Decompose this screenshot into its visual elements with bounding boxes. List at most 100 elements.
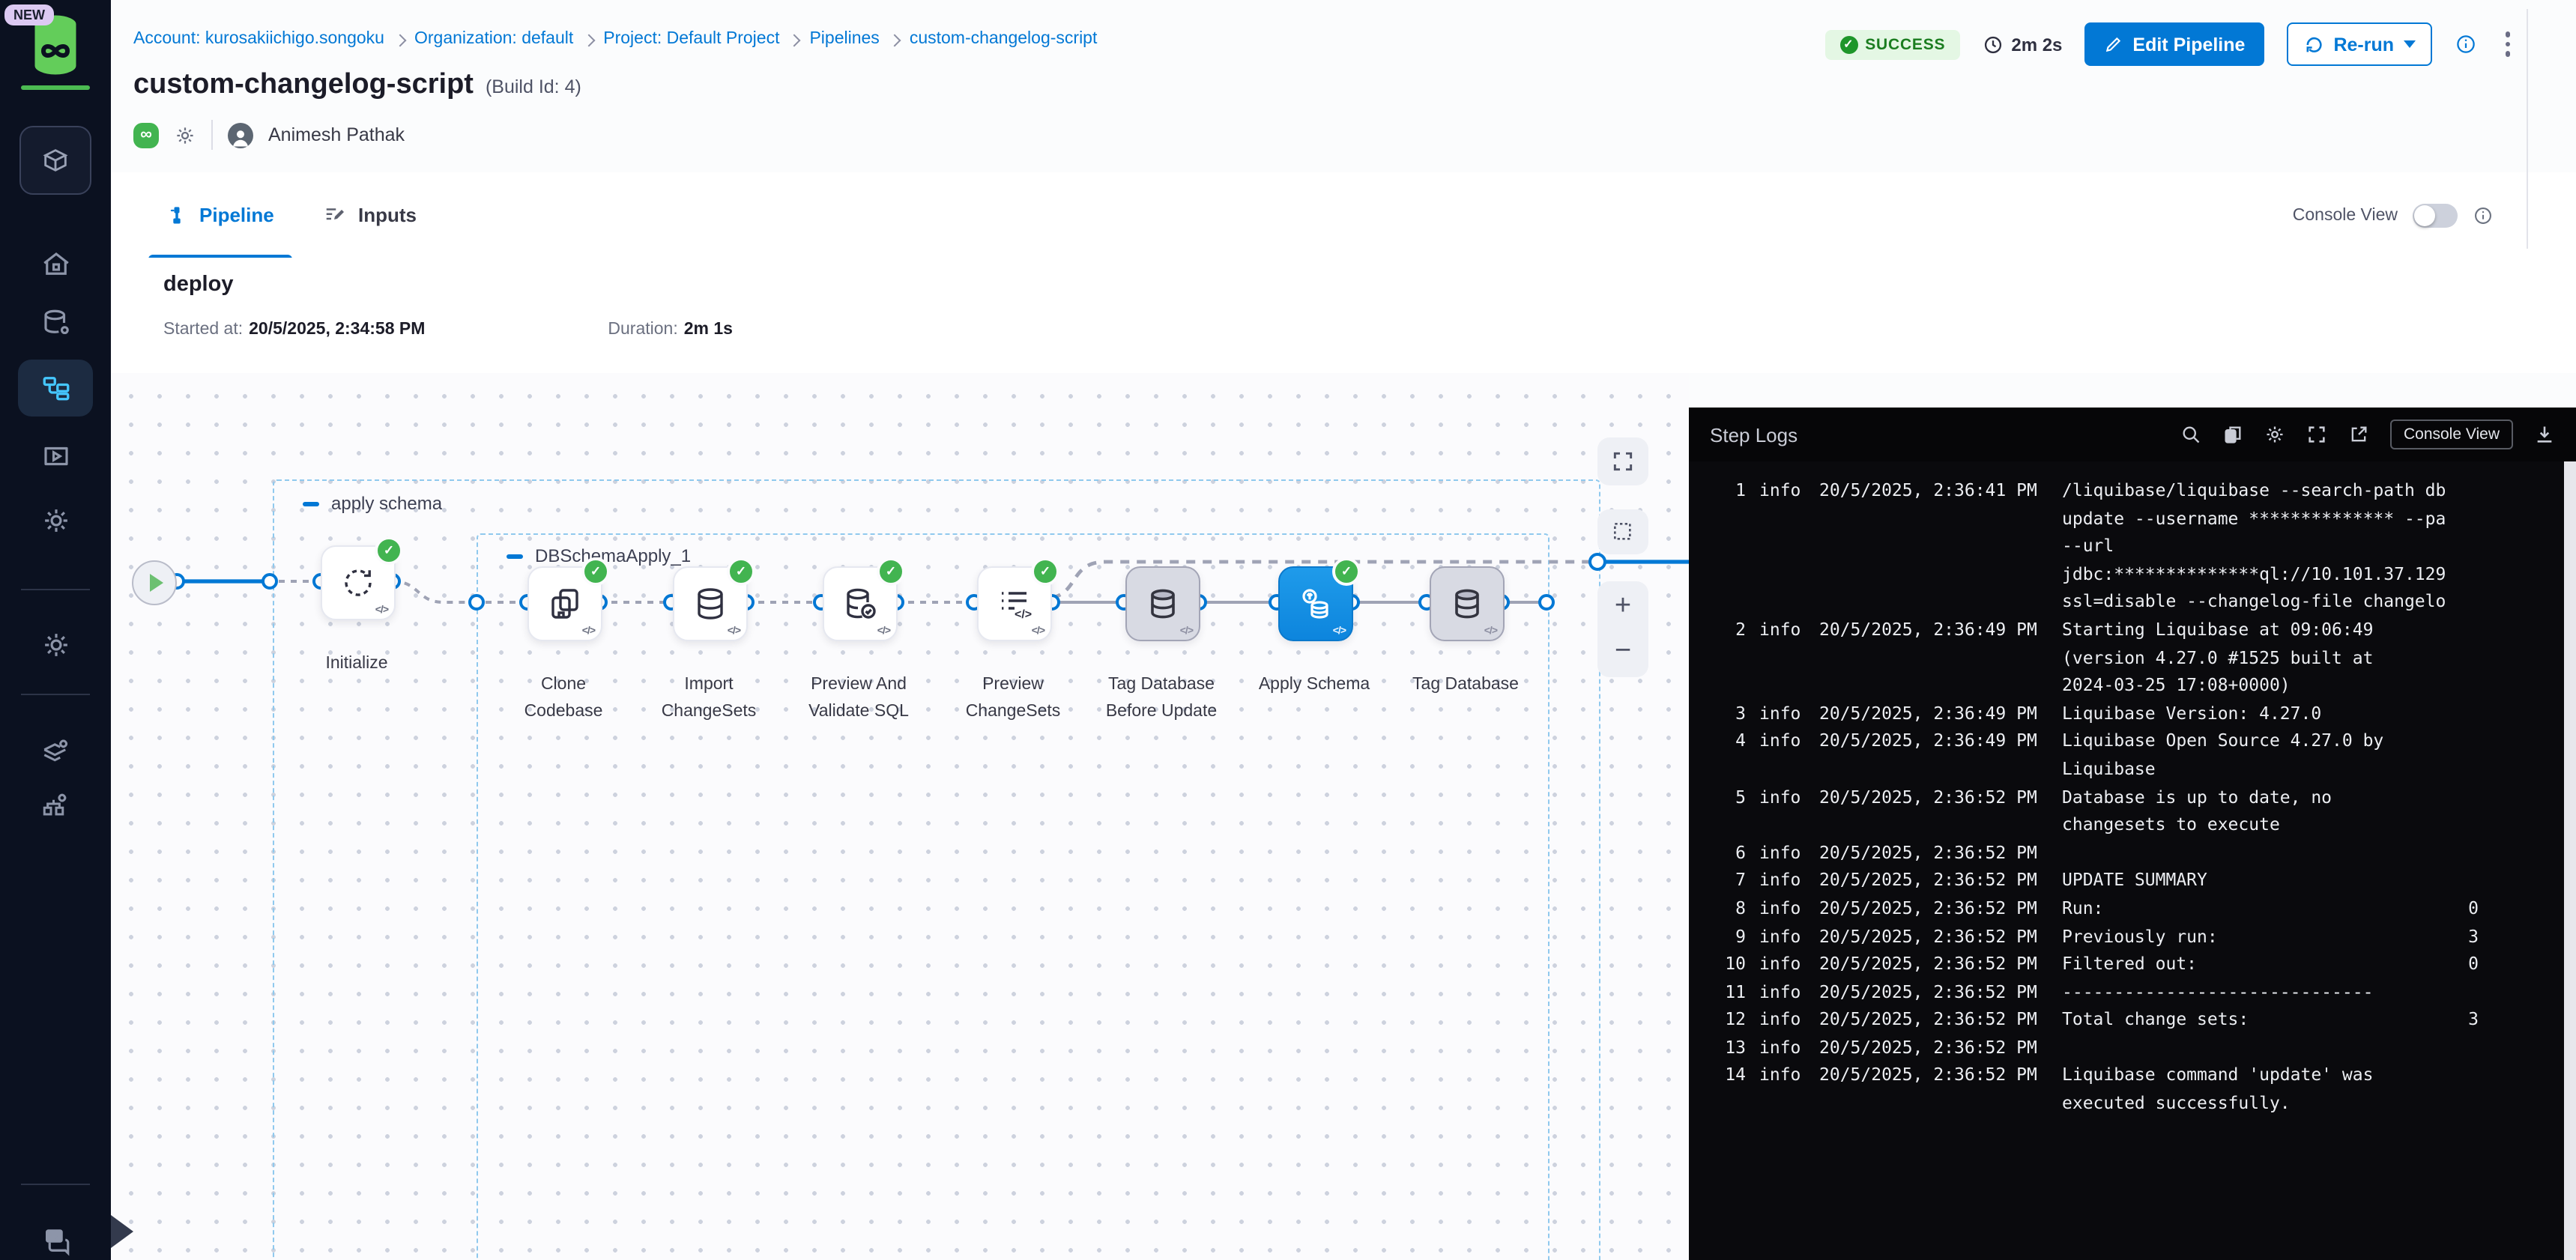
breadcrumb-current[interactable]: custom-changelog-script — [910, 30, 1098, 48]
canvas-collapse-handle[interactable] — [111, 1215, 133, 1248]
log-line: 4info20/5/2025, 2:36:49 PMLiquibase Open… — [1689, 727, 2564, 783]
success-check-icon: ✓ — [727, 557, 755, 586]
group-label-apply-schema[interactable]: apply schema — [303, 493, 442, 514]
code-tag-icon: </> — [1180, 626, 1193, 637]
node-label: Tag Database — [1403, 673, 1529, 700]
breadcrumb-project[interactable]: Project: Default Project — [603, 30, 779, 48]
stepgroup-dbschemaapply — [477, 533, 1549, 1260]
page-header: Account: kurosakiichigo.songoku Organiza… — [111, 0, 2576, 172]
log-line: 9info20/5/2025, 2:36:52 PMPreviously run… — [1689, 922, 2564, 950]
sidebar-item-layers-settings[interactable] — [0, 733, 111, 764]
chevron-right-icon — [788, 34, 801, 46]
help-chat-icon[interactable]: ? — [0, 1226, 111, 1257]
log-copy-icon[interactable] — [2222, 424, 2243, 445]
step-logs-panel: Step Logs Console View — [1689, 408, 2576, 1260]
console-view-toggle[interactable] — [2413, 203, 2458, 227]
breadcrumb: Account: kurosakiichigo.songoku Organiza… — [133, 30, 1097, 48]
code-tag-icon: </> — [1032, 626, 1044, 637]
node-clone-codebase[interactable]: ✓ </> — [527, 566, 602, 641]
sidebar-divider — [21, 589, 90, 590]
node-label: Apply Schema — [1251, 673, 1377, 700]
log-scrollbar[interactable] — [2564, 461, 2576, 1260]
duration-value: 2m 1s — [684, 321, 733, 339]
info-icon[interactable] — [2473, 205, 2494, 225]
canvas-fit-view-button[interactable] — [1597, 437, 1648, 485]
sidebar-item-database-devops[interactable] — [0, 307, 111, 339]
avatar — [228, 122, 253, 148]
node-tag-database-before-update[interactable]: </> — [1125, 566, 1200, 641]
pipeline-workspace: apply schema DBSchemaApply_1 — [111, 373, 2576, 1260]
success-check-icon: ✓ — [581, 557, 610, 586]
step-logs-body[interactable]: 1info20/5/2025, 2:36:41 PM/liquibase/liq… — [1689, 461, 2564, 1260]
tab-pipeline[interactable]: Pipeline — [148, 172, 292, 258]
collapse-minus-icon[interactable] — [303, 501, 319, 506]
sidebar-item-home[interactable] — [0, 249, 111, 280]
sidebar: NEW — [0, 0, 111, 1260]
log-download-icon[interactable] — [2534, 424, 2555, 445]
node-label: Preview ChangeSets — [950, 673, 1076, 726]
log-search-icon[interactable] — [2180, 424, 2201, 445]
node-label: Initialize — [294, 652, 420, 679]
info-icon[interactable] — [2454, 33, 2476, 55]
edit-pipeline-button[interactable]: Edit Pipeline — [2084, 22, 2264, 66]
pipeline-start-node[interactable] — [132, 560, 177, 605]
breadcrumb-pipelines[interactable]: Pipelines — [809, 30, 879, 48]
code-tag-icon: </> — [728, 626, 740, 637]
check-icon: ✓ — [1839, 35, 1857, 53]
zoom-in-button[interactable]: + — [1597, 584, 1648, 629]
node-tag-database[interactable]: </> — [1430, 566, 1505, 641]
chevron-right-icon — [888, 34, 901, 46]
elapsed-time: 2m 2s — [1983, 34, 2062, 55]
code-tag-icon: </> — [1484, 626, 1497, 637]
canvas-select-mode-button[interactable] — [1597, 509, 1648, 554]
log-line: 6info20/5/2025, 2:36:52 PM — [1689, 838, 2564, 866]
svg-text:</>: </> — [1015, 608, 1032, 621]
new-badge: NEW — [4, 4, 54, 25]
log-line: 1info20/5/2025, 2:36:41 PM/liquibase/liq… — [1689, 476, 2564, 616]
success-check-icon: ✓ — [1332, 557, 1361, 586]
sidebar-divider — [21, 1184, 90, 1185]
log-line: 11info20/5/2025, 2:36:52 PM-------------… — [1689, 978, 2564, 1005]
zoom-out-button[interactable]: − — [1597, 629, 1648, 674]
divider — [2527, 9, 2528, 249]
play-icon — [150, 574, 163, 592]
breadcrumb-organization[interactable]: Organization: default — [414, 30, 573, 48]
node-label: Import ChangeSets — [646, 673, 772, 726]
sidebar-item-hierarchy-settings[interactable] — [0, 788, 111, 820]
node-preview-changesets[interactable]: </> ✓ </> — [977, 566, 1052, 641]
code-tag-icon: </> — [1333, 626, 1346, 637]
chevron-right-icon — [582, 34, 595, 46]
breadcrumb-account[interactable]: Account: kurosakiichigo.songoku — [133, 30, 384, 48]
log-console-view-button[interactable]: Console View — [2390, 420, 2513, 449]
canvas-top-strip — [1689, 373, 2576, 408]
more-options-kebab[interactable] — [2499, 26, 2516, 63]
node-label: Tag Database Before Update — [1098, 673, 1224, 726]
node-initialize[interactable]: ✓ </> — [321, 545, 396, 620]
node-label: Preview And Validate SQL — [796, 673, 922, 726]
sidebar-item-executions[interactable] — [0, 440, 111, 472]
sidebar-item-settings[interactable] — [0, 629, 111, 661]
divider — [211, 120, 213, 150]
node-preview-validate-sql[interactable]: ✓ </> — [823, 566, 898, 641]
collapse-minus-icon[interactable] — [507, 554, 523, 558]
sidebar-item-pipelines[interactable] — [0, 372, 111, 403]
log-fullscreen-icon[interactable] — [2306, 424, 2327, 445]
log-line: 2info20/5/2025, 2:36:49 PMStarting Liqui… — [1689, 616, 2564, 700]
pipeline-settings-gear-icon[interactable] — [174, 124, 196, 146]
rerun-button[interactable]: Re-run — [2287, 22, 2431, 66]
trigger-author: Animesh Pathak — [268, 124, 405, 145]
tab-inputs[interactable]: Inputs — [306, 172, 435, 258]
console-view-label: Console View — [2293, 206, 2398, 224]
code-tag-icon: </> — [375, 605, 388, 616]
log-open-new-tab-icon[interactable] — [2348, 424, 2369, 445]
status-badge: ✓ SUCCESS — [1824, 29, 1960, 59]
node-apply-schema[interactable]: ✓ </> — [1278, 566, 1353, 641]
sidebar-item-stage-settings[interactable] — [0, 505, 111, 536]
log-settings-gear-icon[interactable] — [2264, 424, 2285, 445]
chevron-right-icon — [393, 34, 406, 46]
module-switcher-button[interactable] — [19, 126, 91, 195]
cd-module-icon: ∞ — [133, 122, 159, 148]
started-at-label: Started at: — [163, 321, 243, 339]
node-import-changesets[interactable]: ✓ </> — [673, 566, 748, 641]
code-tag-icon: </> — [877, 626, 890, 637]
